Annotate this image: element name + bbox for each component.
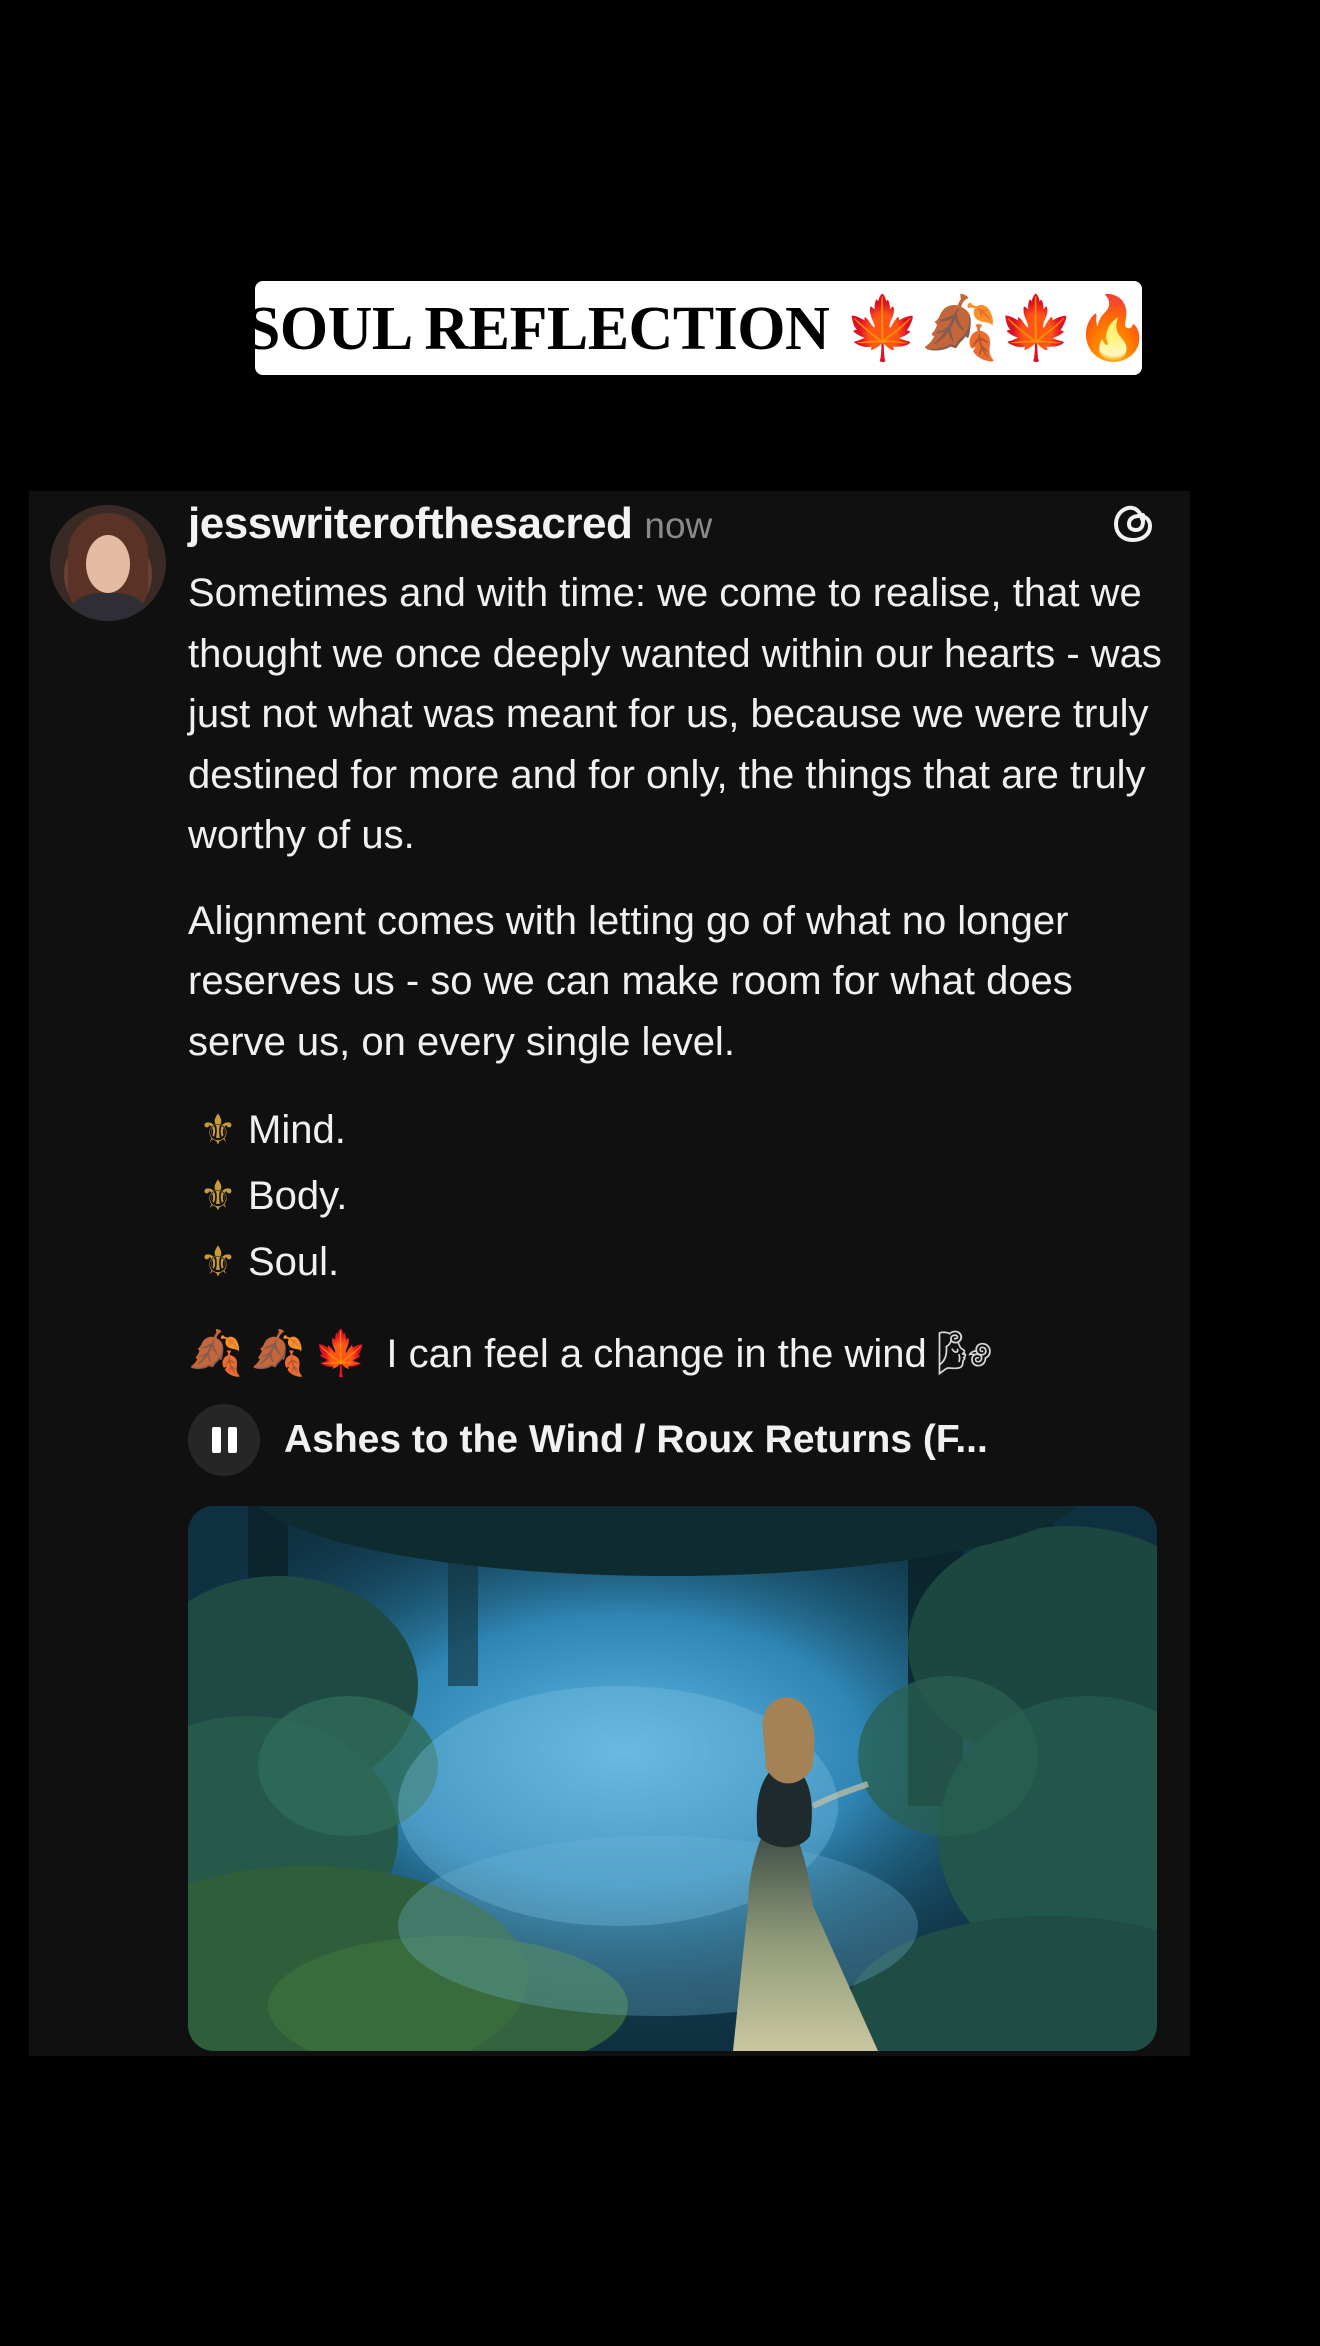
avatar[interactable]: [50, 505, 166, 621]
list-item-label: Body.: [248, 1173, 348, 1218]
wind-line: 🍂 🍂 🍁 I can feel a change in the wind 🌬: [188, 1319, 1168, 1389]
post-header: jesswriterofthesacred now: [188, 499, 712, 549]
fleur-de-lis-icon: ⚜: [199, 1170, 237, 1220]
wind-face-icon: 🌬: [936, 1327, 993, 1379]
list-item-label: Mind.: [248, 1107, 346, 1152]
post-body: Sometimes and with time: we come to real…: [188, 563, 1168, 1389]
forest-scene-image: [188, 1506, 1157, 2051]
threads-post-card: jesswriterofthesacred now Sometimes and …: [29, 491, 1190, 2056]
list-item-label: Soul.: [248, 1239, 340, 1284]
song-title[interactable]: Ashes to the Wind / Roux Returns (F...: [284, 1418, 988, 1462]
username[interactable]: jesswriterofthesacred: [188, 499, 633, 549]
fleur-de-lis-icon: ⚜: [199, 1236, 237, 1286]
maple-leaf-icon: 🍁: [313, 1327, 369, 1379]
wind-line-text: I can feel a change in the wind: [386, 1331, 927, 1376]
list-item: ⚜ Soul.: [188, 1229, 1168, 1295]
post-paragraph-2: Alignment comes with letting go of what …: [188, 898, 1073, 1064]
post-paragraph-1: Sometimes and with time: we come to real…: [188, 571, 1162, 857]
music-attachment: Ashes to the Wind / Roux Returns (F...: [188, 1404, 988, 1476]
fallen-leaf-icon: 🍂: [250, 1327, 306, 1379]
fallen-leaf-icon: 🍂: [188, 1327, 243, 1379]
pause-icon[interactable]: [188, 1404, 260, 1476]
list-item: ⚜ Body.: [188, 1163, 1168, 1229]
fleur-de-lis-icon: ⚜: [199, 1104, 237, 1154]
banner-title: SOUL REFLECTION 🍁🍂🍁🔥: [245, 294, 1152, 363]
timestamp: now: [644, 505, 713, 546]
title-banner: SOUL REFLECTION 🍁🍂🍁🔥: [246, 281, 1152, 375]
mind-body-soul-list: ⚜ Mind. ⚜ Body. ⚜ Soul.: [188, 1097, 1168, 1295]
threads-icon: [1114, 505, 1152, 542]
post-media-image[interactable]: [188, 1506, 1157, 2051]
list-item: ⚜ Mind.: [188, 1097, 1168, 1163]
